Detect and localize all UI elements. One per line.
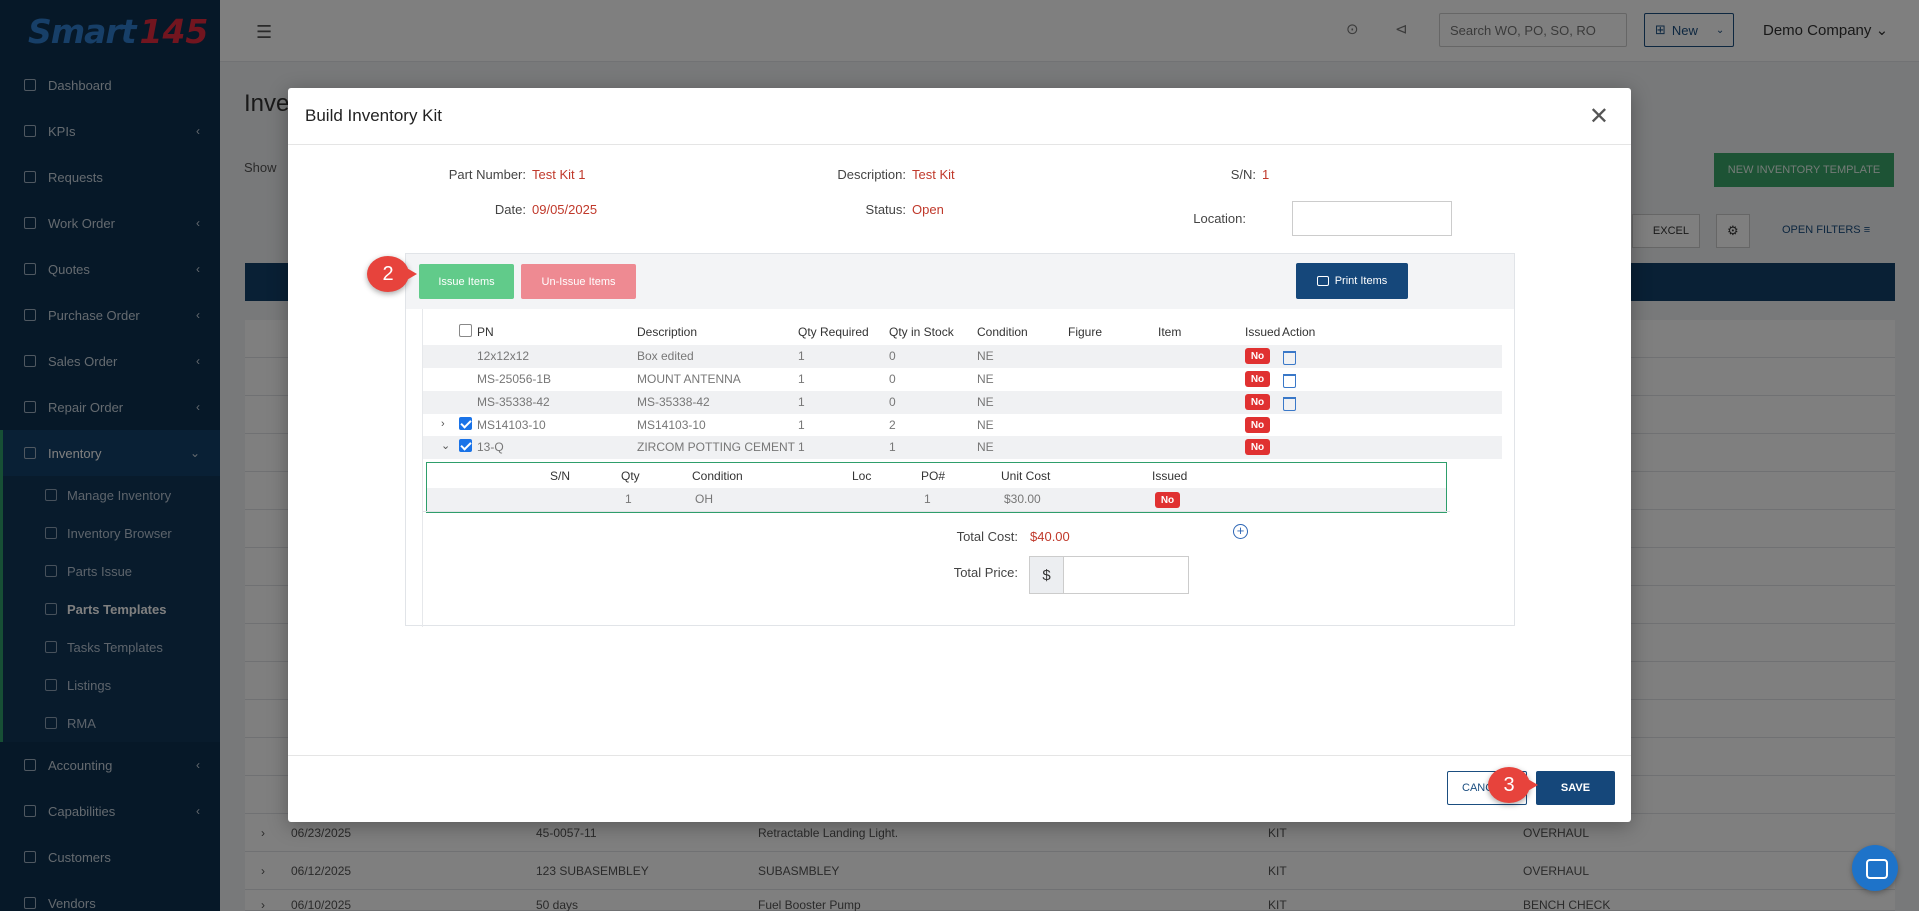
table-row: MS-35338-42 MS-35338-42 1 0 NE No [423, 391, 1502, 414]
issued-badge: No [1245, 371, 1270, 387]
sub-header-sn: S/N [550, 469, 571, 483]
trash-icon[interactable] [1283, 374, 1296, 388]
description-label: Description: [837, 167, 906, 182]
header-action: Action [1282, 325, 1316, 339]
total-cost-label: Total Cost: [956, 529, 1018, 544]
table-divider [423, 511, 1450, 512]
modal-header: Build Inventory Kit ✕ [288, 88, 1631, 145]
part-number-value: Test Kit 1 [532, 167, 586, 182]
sub-header-condition: Condition [692, 469, 743, 483]
description-value: Test Kit [912, 167, 955, 182]
collapse-row-icon[interactable]: ⌄ [441, 439, 450, 452]
modal-title: Build Inventory Kit [305, 106, 443, 125]
issue-items-button[interactable]: Issue Items [419, 264, 514, 299]
issued-badge: No [1245, 439, 1270, 455]
trash-icon[interactable] [1283, 397, 1296, 411]
stock-detail-table: S/N Qty Condition Loc PO# Unit Cost Issu… [426, 462, 1447, 513]
table-row: ⌄ 13-Q ZIRCOM POTTING CEMENT 1 1 NE No [423, 436, 1502, 459]
issued-badge: No [1245, 417, 1270, 433]
modal-footer [288, 755, 1631, 822]
chat-icon[interactable] [1852, 845, 1898, 891]
status-value: Open [912, 202, 944, 217]
header-condition: Condition [977, 325, 1028, 339]
header-issued: Issued [1245, 325, 1281, 339]
location-input[interactable] [1292, 201, 1452, 236]
row-checkbox[interactable] [459, 439, 472, 452]
total-price-group: $ [1029, 556, 1189, 594]
sn-value: 1 [1262, 167, 1270, 182]
header-figure: Figure [1068, 325, 1103, 339]
sub-header-loc: Loc [852, 469, 872, 483]
sub-header-qty: Qty [621, 469, 640, 483]
select-all-checkbox[interactable] [459, 324, 472, 337]
step-marker: 2 [367, 256, 417, 292]
status-label: Status: [865, 202, 906, 217]
build-inventory-kit-modal: Build Inventory Kit ✕ Part Number: Test … [288, 88, 1631, 822]
currency-addon: $ [1030, 557, 1064, 593]
issued-badge: No [1245, 394, 1270, 410]
header-qty-required: Qty Required [798, 325, 869, 339]
sub-header-unit-cost: Unit Cost [1001, 469, 1051, 483]
issued-badge: No [1155, 492, 1180, 508]
header-item: Item [1158, 325, 1182, 339]
items-toolbar: Issue Items Un-Issue Items Print Items [406, 254, 1514, 309]
issued-badge: No [1245, 348, 1270, 364]
total-cost-value: $40.00 [1030, 529, 1070, 544]
table-row: MS-25056-1B MOUNT ANTENNA 1 0 NE No [423, 368, 1502, 391]
date-label: Date: [494, 202, 526, 217]
sub-header-po: PO# [921, 469, 946, 483]
sub-header-issued: Issued [1152, 469, 1188, 483]
part-number-label: Part Number: [448, 167, 526, 182]
save-button[interactable]: SAVE [1536, 771, 1615, 805]
add-item-icon[interactable]: + [1233, 524, 1248, 539]
header-description: Description [637, 325, 698, 339]
print-items-button[interactable]: Print Items [1296, 263, 1408, 299]
total-price-label: Total Price: [953, 565, 1018, 580]
printer-icon [1316, 276, 1329, 286]
sn-label: S/N: [1230, 167, 1256, 182]
stock-detail-row: 1 OH 1 $30.00 No [427, 488, 1446, 512]
header-pn: PN [477, 325, 494, 339]
unissue-items-button[interactable]: Un-Issue Items [521, 264, 636, 299]
total-price-input[interactable] [1065, 557, 1188, 593]
trash-icon[interactable] [1283, 351, 1296, 365]
date-value: 09/05/2025 [532, 202, 598, 217]
header-qty-in-stock: Qty in Stock [889, 325, 954, 339]
expand-row-icon[interactable]: › [441, 418, 445, 430]
location-label: Location: [1193, 211, 1246, 226]
step-marker: 3 [1488, 767, 1538, 803]
close-icon[interactable]: ✕ [1589, 102, 1609, 131]
row-checkbox[interactable] [459, 417, 472, 430]
table-row: 12x12x12 Box edited 1 0 NE No [423, 345, 1502, 368]
table-row: › MS14103-10 MS14103-10 1 2 NE No [423, 414, 1502, 437]
